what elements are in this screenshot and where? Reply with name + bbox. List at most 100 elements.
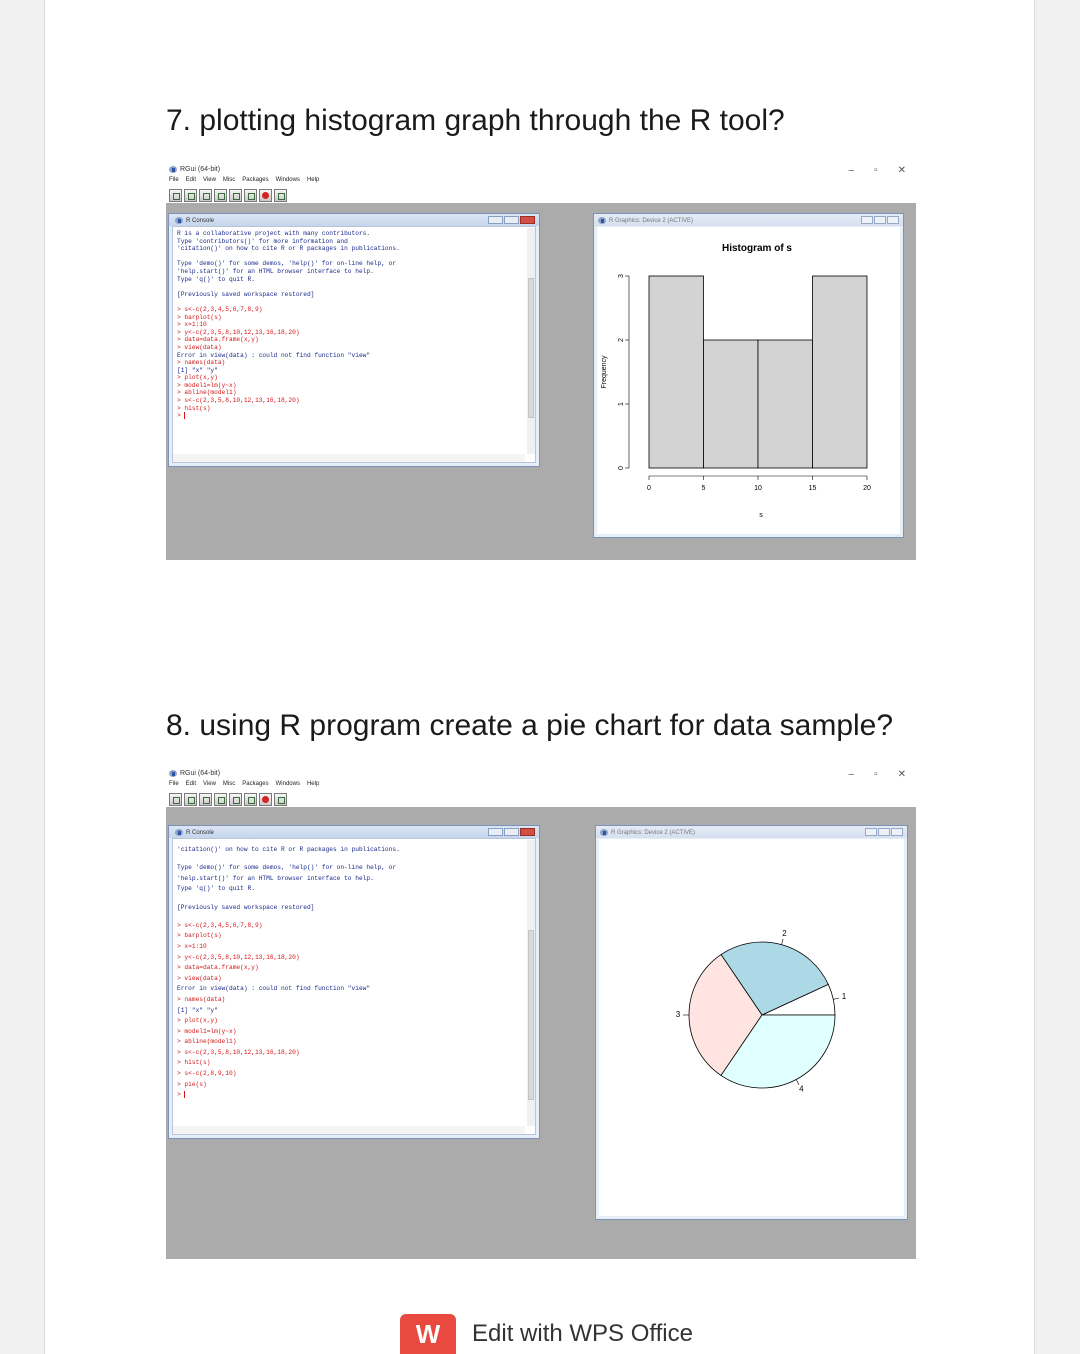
console-command-line: > names(data) (177, 359, 226, 367)
load-workspace-icon[interactable] (184, 189, 197, 202)
r-console-output[interactable]: 'citation()' on how to cite R or R packa… (172, 838, 536, 1135)
console-command-line: > s<-c(2,3,5,8,10,12,13,16,18,20) (177, 1048, 300, 1056)
scrollbar-thumb[interactable] (528, 278, 534, 418)
console-output-line (177, 298, 523, 306)
wps-edit-link[interactable]: Edit with WPS Office (472, 1320, 693, 1348)
console-prompt[interactable]: > (177, 412, 523, 420)
menu-misc[interactable]: Misc (223, 781, 235, 787)
open-script-icon[interactable] (169, 189, 182, 202)
menu-packages[interactable]: Packages (242, 177, 268, 183)
console-horizontal-scrollbar[interactable] (173, 454, 525, 462)
close-button[interactable]: ✕ (898, 165, 906, 176)
menu-misc[interactable]: Misc (223, 177, 235, 183)
graphics-minimize-button[interactable] (861, 216, 873, 224)
menu-file[interactable]: File (169, 177, 179, 183)
rgui-workspace: R Console 'citation()' on how to cite R … (166, 807, 916, 1259)
console-vertical-scrollbar[interactable] (527, 228, 535, 454)
maximize-button[interactable]: ▫ (874, 769, 878, 780)
console-command-line: > barplot(s) (177, 313, 222, 321)
paste-icon[interactable] (229, 189, 242, 202)
graphics-close-button[interactable] (887, 216, 899, 224)
open-script-icon[interactable] (169, 793, 182, 806)
console-output-line (177, 856, 523, 864)
console-command-line: > s<-c(2,3,4,5,6,7,8,9) (177, 305, 263, 313)
maximize-button[interactable]: ▫ (874, 165, 878, 176)
minimize-button[interactable]: – (849, 769, 855, 780)
pie-slice-label: 2 (782, 929, 787, 938)
menu-edit[interactable]: Edit (186, 177, 196, 183)
console-close-button[interactable] (520, 828, 535, 836)
paste-icon[interactable] (229, 793, 242, 806)
console-command-line: > model1=lm(y~x) (177, 1027, 237, 1035)
console-output-line: 'help.start()' for an HTML browser inter… (177, 874, 374, 882)
print-icon[interactable] (274, 189, 287, 202)
console-command-line: > plot(x,y) (177, 1017, 218, 1025)
console-prompt[interactable]: > (177, 1090, 523, 1101)
console-output-line: [Previously saved workspace restored] (177, 290, 315, 298)
wps-footer[interactable]: W Edit with WPS Office (400, 1314, 693, 1354)
console-output-line: 'help.start()' for an HTML browser inter… (177, 267, 374, 275)
menu-windows[interactable]: Windows (276, 177, 300, 183)
copy-icon[interactable] (214, 189, 227, 202)
console-output-line: Type 'contributors()' for more informati… (177, 237, 348, 245)
x-tick-label: 0 (647, 485, 651, 492)
pie-slice-label: 1 (842, 992, 847, 1001)
pie-slice-label: 4 (799, 1084, 804, 1093)
graphics-titlebar: R Graphics: Device 2 (ACTIVE) (594, 214, 903, 226)
print-icon[interactable] (274, 793, 287, 806)
close-button[interactable]: ✕ (898, 769, 906, 780)
console-vertical-scrollbar[interactable] (527, 840, 535, 1126)
menu-file[interactable]: File (169, 781, 179, 787)
console-close-button[interactable] (520, 216, 535, 224)
copy-paste-icon[interactable] (244, 189, 257, 202)
menu-view[interactable]: View (203, 781, 216, 787)
histogram-plot-area: Histogram of s 0 5 10 15 20 0 1 2 3 s Frequency (597, 227, 900, 534)
menu-windows[interactable]: Windows (276, 781, 300, 787)
stop-icon[interactable] (259, 189, 272, 202)
copy-paste-icon[interactable] (244, 793, 257, 806)
menu-help[interactable]: Help (307, 177, 319, 183)
console-maximize-button[interactable] (504, 828, 519, 836)
load-workspace-icon[interactable] (184, 793, 197, 806)
save-workspace-icon[interactable] (199, 189, 212, 202)
r-console-output[interactable]: R is a collaborative project with many c… (172, 226, 536, 463)
console-command-line: > y<-c(2,3,5,8,10,12,13,16,18,20) (177, 328, 300, 336)
console-output-line: 'citation()' on how to cite R or R packa… (177, 846, 400, 853)
console-command-line: > hist(s) (177, 404, 211, 412)
console-command-line: > names(data) (177, 995, 226, 1003)
chart-title: Histogram of s (722, 243, 792, 254)
graphics-minimize-button[interactable] (865, 828, 877, 836)
rgui-toolbar (169, 793, 287, 806)
graphics-maximize-button[interactable] (874, 216, 886, 224)
r-logo-icon (169, 166, 177, 173)
graphics-title: R Graphics: Device 2 (ACTIVE) (611, 829, 696, 836)
console-output-line: Type 'q()' to quit R. (177, 275, 255, 283)
console-command-line: > x=1:10 (177, 321, 207, 329)
menu-view[interactable]: View (203, 177, 216, 183)
histogram-bar (648, 275, 704, 469)
console-output-line: 'citation()' on how to cite R or R packa… (177, 245, 400, 253)
rgui-title: RGui (64-bit) (180, 770, 221, 777)
console-minimize-button[interactable] (488, 828, 503, 836)
console-command-line: > s<-c(2,3,5,8,10,12,13,16,18,20) (177, 397, 300, 405)
console-horizontal-scrollbar[interactable] (173, 1126, 525, 1134)
graphics-maximize-button[interactable] (878, 828, 890, 836)
y-tick-label: 0 (618, 466, 625, 470)
menu-packages[interactable]: Packages (242, 781, 268, 787)
rgui-screenshot-histogram: RGui (64-bit) – ▫ ✕ File Edit View Misc … (166, 163, 916, 560)
console-maximize-button[interactable] (504, 216, 519, 224)
rgui-screenshot-pie: RGui (64-bit) – ▫ ✕ File Edit View Misc … (166, 767, 916, 1259)
stop-icon[interactable] (259, 793, 272, 806)
menu-edit[interactable]: Edit (186, 781, 196, 787)
question-7-heading: 7. plotting histogram graph through the … (166, 104, 785, 137)
menu-help[interactable]: Help (307, 781, 319, 787)
console-output-line (177, 253, 523, 261)
graphics-close-button[interactable] (891, 828, 903, 836)
copy-icon[interactable] (214, 793, 227, 806)
console-command-line: > model1=lm(y~x) (177, 381, 237, 389)
scrollbar-thumb[interactable] (528, 930, 534, 1100)
console-minimize-button[interactable] (488, 216, 503, 224)
save-workspace-icon[interactable] (199, 793, 212, 806)
console-command-line: > s<-c(2,3,4,5,6,7,8,9) (177, 921, 263, 929)
minimize-button[interactable]: – (849, 165, 855, 176)
